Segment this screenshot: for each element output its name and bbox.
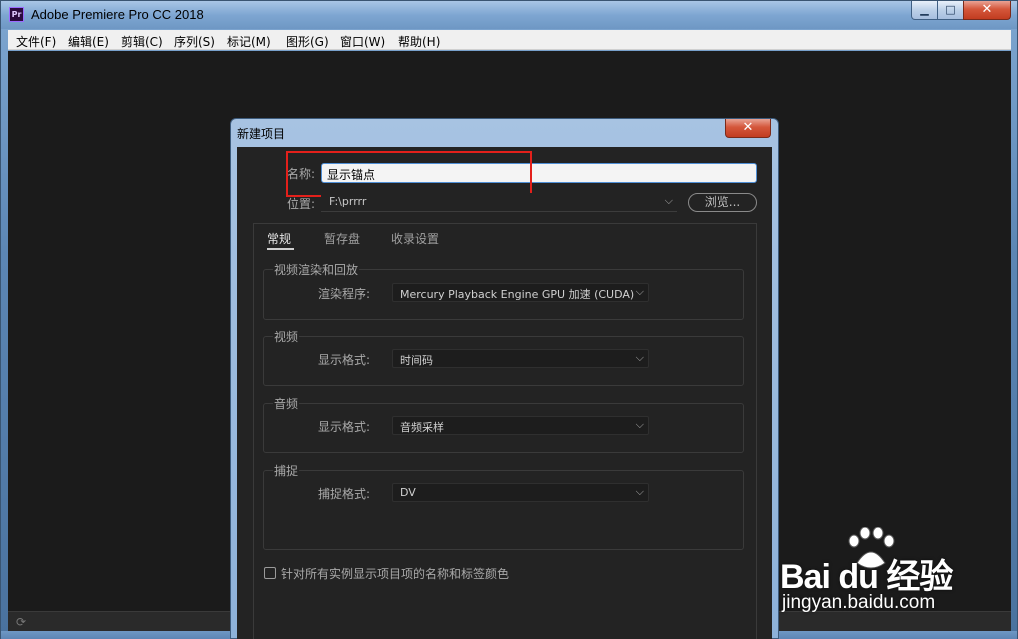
chevron-down-icon: ⌵ (635, 351, 644, 364)
menu-clip[interactable]: 剪辑(C) (121, 33, 163, 50)
group-video: 视频 显示格式: 时间码 ⌵ (263, 328, 744, 386)
group-title: 视频渲染和回放 (273, 261, 360, 278)
renderer-label: 渲染程序: (318, 287, 371, 301)
watermark-logo-text: Bai du 经验 (780, 558, 953, 596)
active-tab-indicator (267, 248, 294, 250)
dialog-body: 名称: 显示锚点 位置: F:\prrrr ⌵ 浏览... 常规 暂存盘 收录设… (237, 147, 772, 639)
annotation-highlight-box (286, 151, 532, 197)
menu-help[interactable]: 帮助(H) (398, 33, 440, 50)
menu-bar: 文件(F) 编辑(E) 剪辑(C) 序列(S) 标记(M) 图形(G) 窗口(W… (8, 30, 1011, 50)
group-capture: 捕捉 捕捉格式: DV ⌵ (263, 462, 744, 550)
menu-sequence[interactable]: 序列(S) (174, 33, 215, 50)
group-title: 视频 (273, 328, 300, 345)
video-display-format-value: 时间码 (400, 354, 433, 367)
title-bar[interactable]: Pr Adobe Premiere Pro CC 2018 (1, 1, 1017, 29)
audio-display-format-label: 显示格式: (318, 420, 371, 434)
menu-edit[interactable]: 编辑(E) (68, 33, 109, 50)
group-title: 捕捉 (273, 462, 300, 479)
chevron-down-icon: ⌵ (664, 194, 673, 207)
capture-format-dropdown[interactable]: DV ⌵ (392, 483, 649, 502)
app-title: Adobe Premiere Pro CC 2018 (31, 7, 204, 22)
chevron-down-icon: ⌵ (635, 485, 644, 498)
tabs-panel: 常规 暂存盘 收录设置 视频渲染和回放 渲染程序: Mercury Playba… (253, 223, 757, 639)
baidu-jingyan-watermark: Bai du 经验 jingyan.baidu.com (780, 527, 1010, 617)
dialog-title: 新建项目 (237, 127, 286, 141)
menu-graphics[interactable]: 图形(G) (286, 33, 329, 50)
menu-window[interactable]: 窗口(W) (340, 33, 385, 50)
capture-format-value: DV (400, 486, 416, 499)
group-audio: 音频 显示格式: 音频采样 ⌵ (263, 395, 744, 453)
maximize-button[interactable]: □ (937, 1, 964, 20)
sync-status-icon[interactable]: ⟳ (16, 615, 30, 629)
renderer-dropdown[interactable]: Mercury Playback Engine GPU 加速 (CUDA) ⌵ (392, 283, 649, 302)
video-display-format-dropdown[interactable]: 时间码 ⌵ (392, 349, 649, 368)
audio-display-format-value: 音频采样 (400, 421, 444, 434)
show-label-colors-label[interactable]: 针对所有实例显示项目项的名称和标签颜色 (281, 565, 509, 582)
minimize-button[interactable]: ▁ (911, 1, 938, 20)
location-value: F:\prrrr (329, 195, 367, 208)
premiere-logo-icon: Pr (9, 7, 24, 22)
audio-display-format-dropdown[interactable]: 音频采样 ⌵ (392, 416, 649, 435)
tab-general[interactable]: 常规 (267, 230, 291, 247)
chevron-down-icon: ⌵ (635, 418, 644, 431)
dialog-close-button[interactable]: ✕ (725, 119, 771, 138)
menu-markers[interactable]: 标记(M) (227, 33, 271, 50)
close-button[interactable]: ✕ (963, 1, 1011, 20)
group-video-rendering: 视频渲染和回放 渲染程序: Mercury Playback Engine GP… (263, 261, 744, 320)
menu-file[interactable]: 文件(F) (16, 33, 56, 50)
group-title: 音频 (273, 395, 300, 412)
chevron-down-icon: ⌵ (635, 285, 644, 298)
new-project-dialog: 新建项目 ✕ 名称: 显示锚点 位置: F:\prrrr ⌵ 浏览... 常规 … (230, 118, 779, 639)
renderer-value: Mercury Playback Engine GPU 加速 (CUDA) (400, 288, 635, 301)
show-label-colors-checkbox[interactable] (264, 567, 276, 579)
video-display-format-label: 显示格式: (318, 353, 371, 367)
location-label: 位置: (287, 197, 316, 211)
location-dropdown[interactable]: F:\prrrr ⌵ (321, 193, 677, 212)
watermark-url: jingyan.baidu.com (782, 592, 936, 613)
browse-button[interactable]: 浏览... (688, 193, 757, 212)
tab-scratch-disks[interactable]: 暂存盘 (324, 230, 360, 247)
capture-format-label: 捕捉格式: (318, 487, 371, 501)
tab-ingest-settings[interactable]: 收录设置 (391, 230, 439, 247)
